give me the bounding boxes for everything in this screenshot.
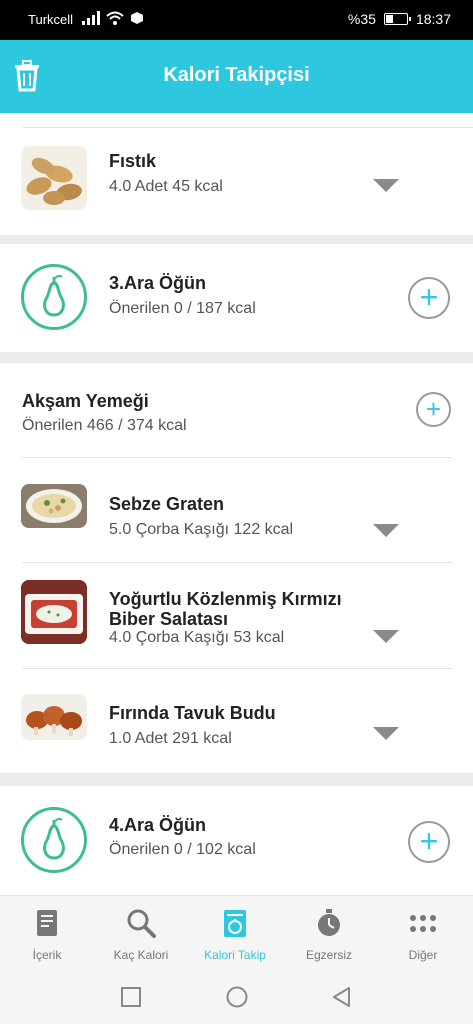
chevron-down-icon[interactable] [373, 524, 399, 537]
meal-target: Önerilen 0 / 187 kcal [109, 300, 256, 317]
clock: 18:37 [415, 11, 451, 27]
status-right: %35 18:37 [348, 11, 451, 27]
box-icon [131, 12, 143, 24]
page-title: Kalori Takipçisi [163, 64, 310, 86]
nav-item-kalori-takip[interactable]: Kalori Takip [188, 896, 282, 971]
carrier-name: Turkcell [28, 12, 74, 27]
food-name: Yoğurtlu Közlenmiş Kırmızı Biber Salatas… [109, 589, 342, 629]
meal-target: Önerilen 0 / 102 kcal [109, 841, 256, 858]
calorie-tracker-icon [224, 910, 246, 937]
battery-fill [385, 15, 393, 23]
nav-label: İçerik [32, 948, 62, 962]
food-name: Fırında Tavuk Budu [109, 703, 276, 723]
wifi-icon [106, 11, 124, 25]
food-detail: 4.0 Çorba Kaşığı 53 kcal [109, 629, 285, 646]
more-icon [410, 915, 436, 932]
list-item[interactable]: Yoğurtlu Közlenmiş Kırmızı Biber Salatas… [0, 563, 473, 668]
meal-title: Akşam Yemeği [22, 391, 149, 411]
meal-card-ara-4: 4.Ara Öğün Önerilen 0 / 102 kcal + [0, 786, 473, 895]
nav-label: Egzersiz [305, 948, 352, 962]
nav-item-kac-kalori[interactable]: Kaç Kalori [94, 896, 188, 971]
search-icon [127, 909, 156, 938]
nav-item-icerik[interactable]: İçerik [0, 896, 94, 971]
pear-icon [21, 264, 87, 330]
food-thumbnail [21, 694, 87, 740]
bottom-nav: İçerik Kaç Kalori Kalori Takip Egzersiz [0, 895, 473, 970]
chevron-down-icon[interactable] [373, 727, 399, 740]
status-bar: Turkcell %35 18:37 [0, 0, 473, 40]
meal-card-dinner: Akşam Yemeği Önerilen 466 / 374 kcal + S… [0, 363, 473, 773]
food-thumbnail [21, 580, 87, 644]
nav-label: Kaç Kalori [113, 948, 169, 962]
meal-title: 4.Ara Öğün [109, 815, 207, 835]
food-name: Sebze Graten [109, 494, 225, 514]
food-thumbnail [21, 146, 87, 210]
add-food-button[interactable]: + [408, 821, 450, 863]
nav-label: Diğer [408, 948, 438, 962]
stopwatch-icon [318, 909, 340, 936]
list-item[interactable]: Sebze Graten 5.0 Çorba Kaşığı 122 kcal [0, 458, 473, 562]
list-item[interactable]: Fıstık 4.0 Adet 45 kcal [0, 128, 473, 235]
nav-label: Kalori Takip [204, 948, 266, 962]
system-nav-bar [0, 970, 473, 1024]
meal-list[interactable]: Fıstık 4.0 Adet 45 kcal 3.Ara Öğün Öneri… [0, 113, 473, 895]
pear-icon [21, 807, 87, 873]
add-food-button[interactable]: + [408, 277, 450, 319]
app-header: Kalori Takipçisi [0, 40, 473, 113]
food-detail: 5.0 Çorba Kaşığı 122 kcal [109, 521, 294, 538]
food-thumbnail [21, 484, 87, 528]
status-icons [82, 11, 144, 25]
battery-percent: %35 [347, 11, 376, 27]
nav-item-diger[interactable]: Diğer [376, 896, 470, 971]
meal-title: 3.Ara Öğün [109, 273, 207, 293]
list-item[interactable]: Fırında Tavuk Budu 1.0 Adet 291 kcal [0, 669, 473, 773]
meal-target: Önerilen 466 / 374 kcal [22, 417, 187, 434]
home-icon[interactable] [226, 986, 248, 1008]
recent-apps-icon[interactable] [121, 987, 141, 1007]
meal-card-ara-3: 3.Ara Öğün Önerilen 0 / 187 kcal + [0, 244, 473, 352]
signal-icon [82, 11, 100, 25]
nav-item-egzersiz[interactable]: Egzersiz [282, 896, 376, 971]
battery-icon [383, 13, 411, 25]
food-detail: 1.0 Adet 291 kcal [109, 730, 232, 747]
snack-card: Fıstık 4.0 Adet 45 kcal [0, 113, 473, 235]
add-food-button[interactable]: + [416, 392, 451, 427]
back-icon[interactable] [331, 986, 351, 1008]
chevron-down-icon[interactable] [373, 630, 399, 643]
book-icon [37, 910, 57, 936]
chevron-down-icon[interactable] [373, 179, 399, 192]
food-detail: 4.0 Adet 45 kcal [109, 178, 223, 195]
food-name: Fıstık [109, 151, 157, 171]
